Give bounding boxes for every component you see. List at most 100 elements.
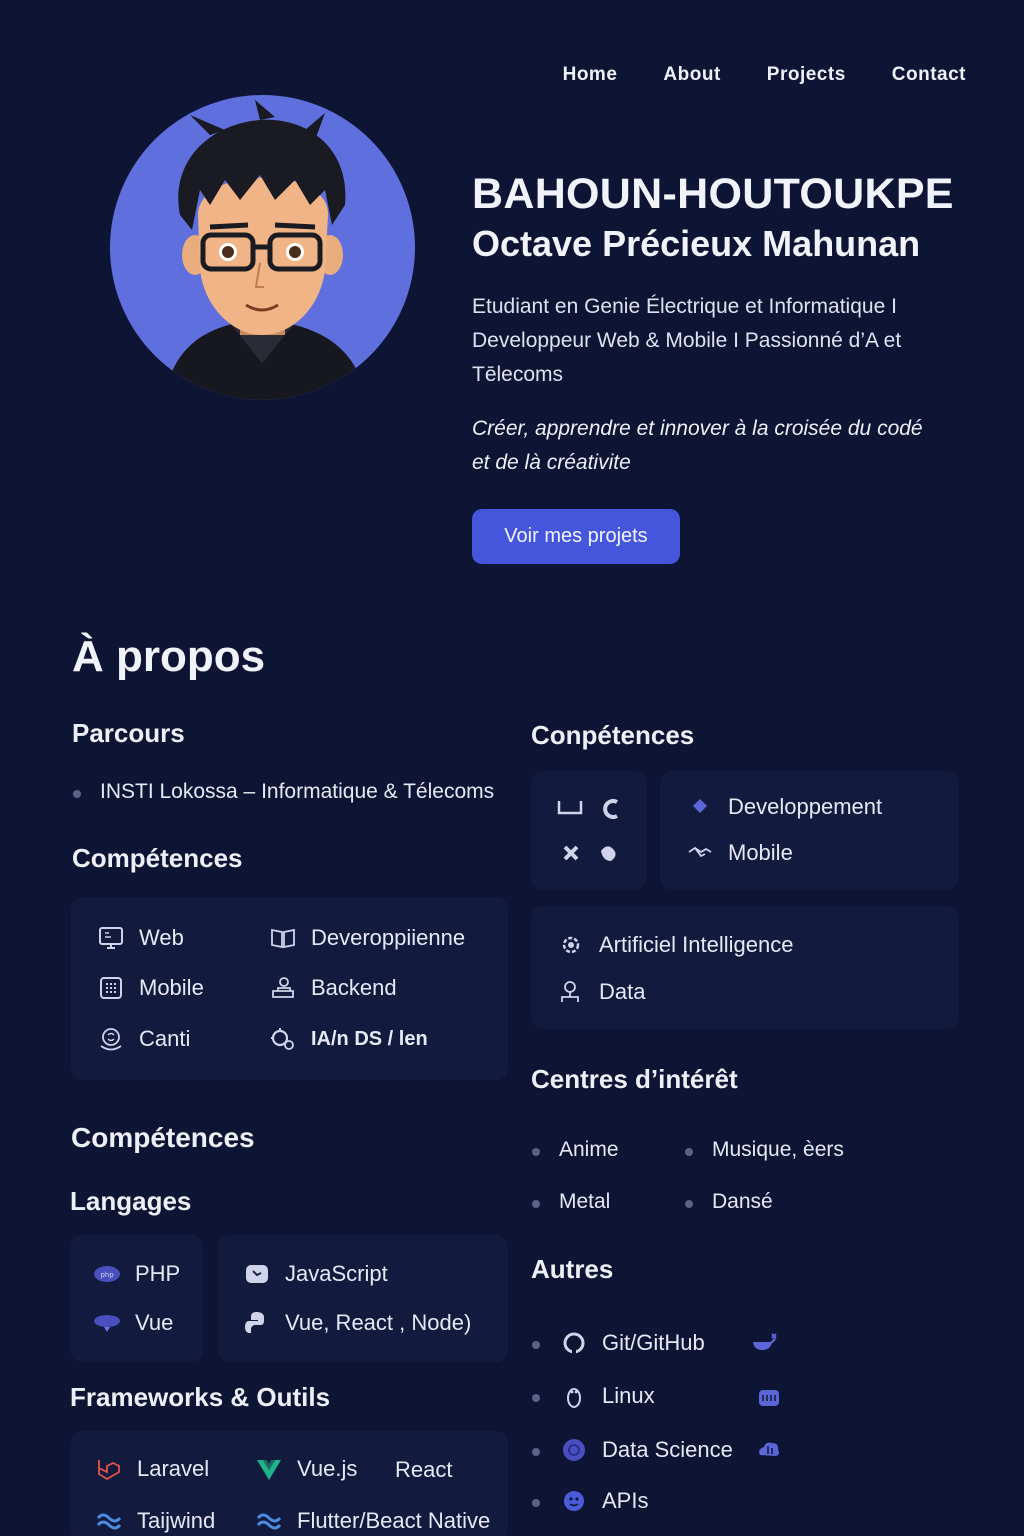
skill-backend: Backend: [269, 974, 397, 1002]
skill-canti: Canti: [97, 1025, 190, 1053]
skill-label: Data: [599, 979, 646, 1004]
skill-dev: Deveroppiienne: [269, 924, 465, 952]
skill-label: IA/n DS / len: [311, 1027, 428, 1050]
autres-label: Git/GitHub: [602, 1330, 705, 1355]
tools-icon: [557, 799, 618, 861]
lang-php: php PHP: [93, 1260, 180, 1288]
laravel-icon: [95, 1455, 123, 1483]
skill-label: Web: [139, 925, 184, 950]
tailwind-icon: [95, 1507, 123, 1535]
ai-gear-icon: [557, 931, 585, 959]
skill-label: Mobile: [728, 840, 793, 865]
skill-data: Data: [557, 978, 645, 1006]
diamond-icon: [686, 793, 714, 821]
fw-flutter: Flutter/Beact Native: [255, 1507, 490, 1535]
fw-tailwind: Taijwind: [95, 1507, 215, 1535]
interests-title: Centres d’intérêt: [531, 1064, 738, 1094]
interest-item: Musique, èers: [712, 1138, 844, 1161]
interest-item: Metal: [559, 1190, 611, 1213]
bullet: [532, 1341, 540, 1349]
skill-label: Canti: [139, 1026, 191, 1051]
fw-label: Vue.js: [297, 1456, 358, 1481]
autres-data-science: Data Science: [560, 1436, 733, 1464]
langages-title: Langages: [70, 1186, 192, 1216]
skill-ia: IA/n DS / len: [269, 1025, 428, 1053]
skill-mobile: Mobile: [97, 974, 204, 1002]
github-icon: [560, 1329, 588, 1357]
lang-label: Vue: [135, 1310, 174, 1335]
competences-right-title: Conpétences: [531, 720, 695, 750]
linux-icon: [560, 1382, 588, 1410]
about-title: À propos: [72, 632, 266, 681]
bullet: [532, 1394, 540, 1402]
skill-developpement: Developpement: [686, 793, 882, 821]
book-icon: [269, 924, 297, 952]
person-data-icon: [557, 978, 585, 1006]
user-desk-icon: [269, 974, 297, 1002]
svg-text:php: php: [100, 1271, 114, 1279]
bullet: [532, 1499, 540, 1507]
avatar-illustration: [165, 100, 365, 400]
nav-contact[interactable]: Contact: [892, 64, 966, 86]
hero-tagline: Etudiant en Genie Électrique et Informat…: [472, 295, 902, 386]
parcours-item: INSTI Lokossa – Informatique & Télecoms: [100, 780, 495, 803]
autres-title: Autres: [531, 1254, 614, 1284]
api-icon: [560, 1487, 588, 1515]
lang-label: PHP: [135, 1261, 181, 1286]
fw-react: React: [395, 1457, 453, 1482]
autres-label: Linux: [602, 1383, 655, 1408]
autres-label: Data Science: [602, 1437, 733, 1462]
skill-mobile-right: Mobile: [686, 839, 793, 867]
skill-ai: Artificiel Intelligence: [557, 931, 793, 959]
autres-linux: Linux: [560, 1382, 655, 1410]
grid-icon: [97, 974, 125, 1002]
competences-right-box-b: [531, 906, 959, 1029]
bullet: [685, 1200, 693, 1208]
skill-label: Artificiel Intelligence: [599, 932, 794, 957]
competences-left-title: Compétences: [72, 843, 243, 873]
vuejs-icon: [255, 1455, 283, 1483]
skill-web: Web: [97, 924, 184, 952]
vue-cloud-icon: [93, 1309, 121, 1337]
fw-label: Taijwind: [137, 1508, 216, 1533]
autres-label: APIs: [602, 1488, 649, 1513]
autres-apis: APIs: [560, 1487, 648, 1515]
nav-projects[interactable]: Projects: [767, 64, 846, 86]
brain-icon: [97, 1025, 125, 1053]
lang-vue: Vue: [93, 1309, 173, 1337]
fw-label: Flutter/Beact Native: [297, 1508, 491, 1533]
skill-label: Backend: [311, 975, 397, 1000]
data-science-icon: [560, 1436, 588, 1464]
hero-name-line2: Octave Précieux Mahunan: [472, 223, 921, 264]
hero-section: BAHOUN-HOUTOUKPE Octave Précieux Mahunan…: [472, 168, 972, 480]
lang-label: Vue, React , Node): [285, 1310, 472, 1335]
bullet: [685, 1148, 693, 1156]
fw-laravel: Laravel: [95, 1455, 209, 1483]
nav-about[interactable]: About: [663, 64, 720, 86]
bullet: [532, 1148, 540, 1156]
interest-item: Anime: [559, 1138, 619, 1161]
fw-vuejs: Vue.js: [255, 1455, 357, 1483]
gears-icon: [269, 1025, 297, 1053]
interest-item: Dansé: [712, 1190, 773, 1213]
js-icon: [243, 1260, 271, 1288]
view-projects-button[interactable]: Voir mes projets: [472, 509, 680, 564]
handshake-icon: [686, 839, 714, 867]
avatar: [110, 95, 415, 400]
hero-name-line1: BAHOUN-HOUTOUKPE: [472, 170, 954, 218]
python-icon: [243, 1309, 271, 1337]
php-icon: php: [93, 1260, 121, 1288]
skill-label: Deveroppiienne: [311, 925, 466, 950]
server-icon: [759, 1390, 779, 1406]
nav-home[interactable]: Home: [563, 64, 618, 86]
lang-label: JavaScript: [285, 1261, 388, 1286]
lang-javascript: JavaScript: [243, 1260, 388, 1288]
tailwind-icon: [255, 1507, 283, 1535]
bullet: [73, 790, 81, 798]
skill-label: Developpement: [728, 794, 883, 819]
langages-card-b: [218, 1235, 508, 1362]
top-nav: Home About Projects Contact: [563, 64, 966, 86]
cloud-db-icon: [759, 1442, 780, 1456]
skill-label: Mobile: [139, 975, 204, 1000]
fw-label: Laravel: [137, 1456, 210, 1481]
